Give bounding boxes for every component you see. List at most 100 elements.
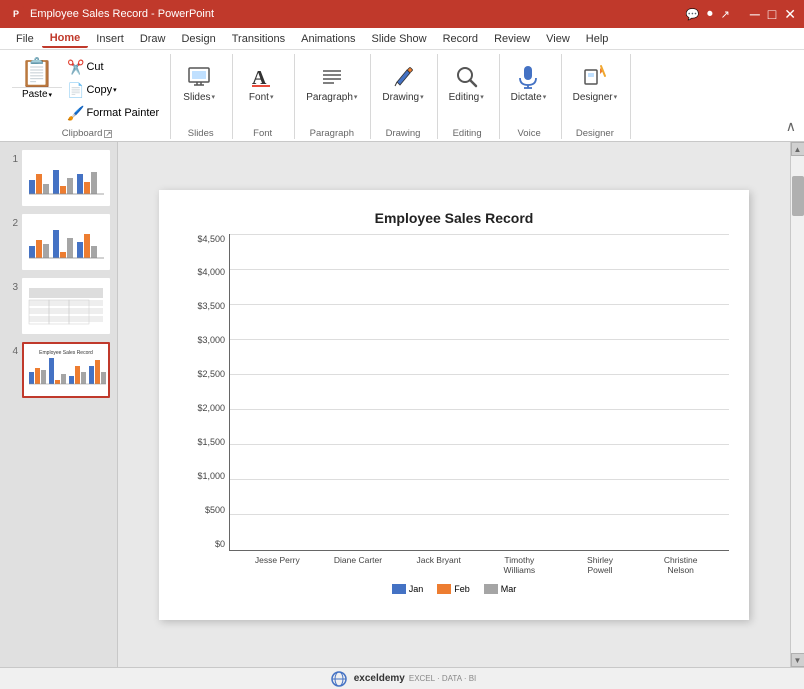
paste-icon: 📋 — [20, 59, 55, 87]
y-label-1000: $1,000 — [197, 471, 225, 481]
designer-items: Designer ▾ — [568, 56, 623, 126]
paste-area: 📋 Paste ▾ — [12, 56, 62, 101]
paragraph-dropdown-icon: ▾ — [354, 94, 358, 102]
editing-group-label: Editing — [444, 126, 491, 139]
slide-item-4[interactable]: 4 Employee Sales Record — [6, 342, 111, 398]
voice-label-text: Voice — [517, 128, 540, 139]
legend-color-feb — [437, 584, 451, 594]
paste-text: Paste — [22, 89, 48, 100]
editing-button[interactable]: Editing ▾ — [444, 56, 489, 107]
menu-review[interactable]: Review — [486, 31, 538, 47]
dictate-button[interactable]: Dictate ▾ — [506, 56, 552, 107]
font-items: A Font ▾ — [239, 56, 283, 126]
x-label-shirley: ShirleyPowell — [560, 555, 641, 575]
ribbon-group-font: A Font ▾ Font — [235, 54, 295, 139]
comment-icon[interactable]: 💬 — [685, 8, 699, 21]
designer-button[interactable]: Designer ▾ — [568, 56, 623, 107]
slides-button[interactable]: Slides ▾ — [177, 56, 221, 107]
menu-insert[interactable]: Insert — [88, 31, 132, 47]
clipboard-small-btns: ✂️ Cut 📄 Copy ▾ 🖌️ Format Painter — [64, 56, 162, 124]
scroll-thumb[interactable] — [792, 176, 804, 216]
menu-home[interactable]: Home — [42, 30, 89, 48]
drawing-group-label: Drawing — [377, 126, 428, 139]
maximize-btn[interactable]: □ — [768, 6, 776, 22]
chart-container: Employee Sales Record $4,500 $4,000 $3,5… — [179, 210, 729, 600]
slide-number-3: 3 — [6, 282, 18, 293]
drawing-label: Drawing ▾ — [382, 92, 423, 104]
designer-dropdown-icon: ▾ — [614, 94, 618, 102]
paragraph-button[interactable]: Paragraph ▾ — [301, 56, 362, 107]
ribbon-group-clipboard: 📋 Paste ▾ ✂️ Cut 📄 Copy ▾ — [8, 54, 171, 139]
slides-label-text: Slides — [188, 128, 214, 139]
drawing-icon — [387, 60, 419, 92]
cut-icon: ✂️ — [67, 59, 84, 76]
menu-help[interactable]: Help — [578, 31, 617, 47]
chart-body: $4,500 $4,000 $3,500 $3,000 $2,500 $2,00… — [179, 234, 729, 594]
legend-feb: Feb — [437, 584, 470, 594]
app-icon: P — [8, 6, 24, 22]
format-painter-button[interactable]: 🖌️ Format Painter — [64, 102, 162, 124]
minimize-btn[interactable]: ─ — [750, 6, 760, 22]
legend-label-feb: Feb — [454, 584, 470, 594]
menu-transitions[interactable]: Transitions — [224, 31, 293, 47]
slide-item-3[interactable]: 3 — [6, 278, 111, 334]
x-label-diane: Diane Carter — [318, 555, 399, 575]
editing-dropdown-icon: ▾ — [480, 94, 484, 102]
clipboard-items: 📋 Paste ▾ ✂️ Cut 📄 Copy ▾ — [12, 56, 162, 126]
x-label-timothy: TimothyWilliams — [479, 555, 560, 575]
share-icon[interactable]: ↗ — [721, 8, 730, 21]
cut-button[interactable]: ✂️ Cut — [64, 56, 162, 78]
x-label-jesse: Jesse Perry — [237, 555, 318, 575]
menu-slideshow[interactable]: Slide Show — [364, 31, 435, 47]
format-painter-label: Format Painter — [86, 107, 159, 119]
menu-design[interactable]: Design — [173, 31, 223, 47]
drawing-button[interactable]: Drawing ▾ — [377, 56, 428, 107]
ribbon-group-drawing: Drawing ▾ Drawing — [373, 54, 437, 139]
drawing-label-text: Drawing — [386, 128, 421, 139]
y-label-2000: $2,000 — [197, 403, 225, 413]
font-button[interactable]: A Font ▾ — [239, 56, 283, 107]
clipboard-expand-icon[interactable]: ↗ — [104, 130, 112, 138]
menu-animations[interactable]: Animations — [293, 31, 363, 47]
close-btn[interactable]: ✕ — [784, 6, 796, 23]
copy-label: Copy — [86, 84, 112, 96]
svg-text:Employee Sales Record: Employee Sales Record — [39, 350, 93, 356]
menu-record[interactable]: Record — [435, 31, 486, 47]
slides-items: Slides ▾ — [177, 56, 221, 126]
designer-icon — [579, 60, 611, 92]
ribbon-group-paragraph: Paragraph ▾ Paragraph — [297, 54, 371, 139]
paste-label[interactable]: Paste ▾ — [12, 87, 62, 101]
slide-thumb-2 — [22, 214, 110, 270]
drawing-items: Drawing ▾ — [377, 56, 428, 126]
menu-draw[interactable]: Draw — [132, 31, 174, 47]
designer-label-text: Designer — [576, 128, 614, 139]
slides-icon — [183, 60, 215, 92]
title-bar-filename: Employee Sales Record - PowerPoint — [30, 8, 214, 20]
menu-file[interactable]: File — [8, 31, 42, 47]
slides-group-label: Slides — [177, 126, 224, 139]
paragraph-label: Paragraph ▾ — [306, 92, 357, 104]
scroll-up-btn[interactable]: ▲ — [791, 142, 804, 156]
slide-item-1[interactable]: 1 — [6, 150, 111, 206]
slide-item-2[interactable]: 2 — [6, 214, 111, 270]
format-painter-icon: 🖌️ — [67, 105, 84, 122]
menu-view[interactable]: View — [538, 31, 578, 47]
clipboard-group-label: Clipboard ↗ — [12, 126, 162, 139]
ribbon-collapse-btn[interactable]: ∧ — [786, 118, 796, 135]
y-label-500: $500 — [205, 505, 225, 515]
y-label-4500: $4,500 — [197, 234, 225, 244]
slides-label: Slides ▾ — [183, 92, 215, 104]
canvas-area: Employee Sales Record $4,500 $4,000 $3,5… — [118, 142, 790, 667]
record-icon[interactable]: ⏺ — [707, 8, 713, 21]
paste-button-top[interactable]: 📋 — [16, 56, 59, 87]
paragraph-group-label: Paragraph — [301, 126, 362, 139]
copy-button[interactable]: 📄 Copy ▾ — [64, 79, 162, 101]
main-area: 1 2 — [0, 142, 804, 667]
legend-label-mar: Mar — [501, 584, 517, 594]
slide-thumb-4: Employee Sales Record — [22, 342, 110, 398]
chart-with-yaxis: $4,500 $4,000 $3,500 $3,000 $2,500 $2,00… — [179, 234, 729, 552]
copy-icon: 📄 — [67, 82, 84, 99]
ribbon-group-voice: Dictate ▾ Voice — [502, 54, 562, 139]
chart-title: Employee Sales Record — [179, 210, 729, 226]
scroll-down-btn[interactable]: ▼ — [791, 653, 804, 667]
